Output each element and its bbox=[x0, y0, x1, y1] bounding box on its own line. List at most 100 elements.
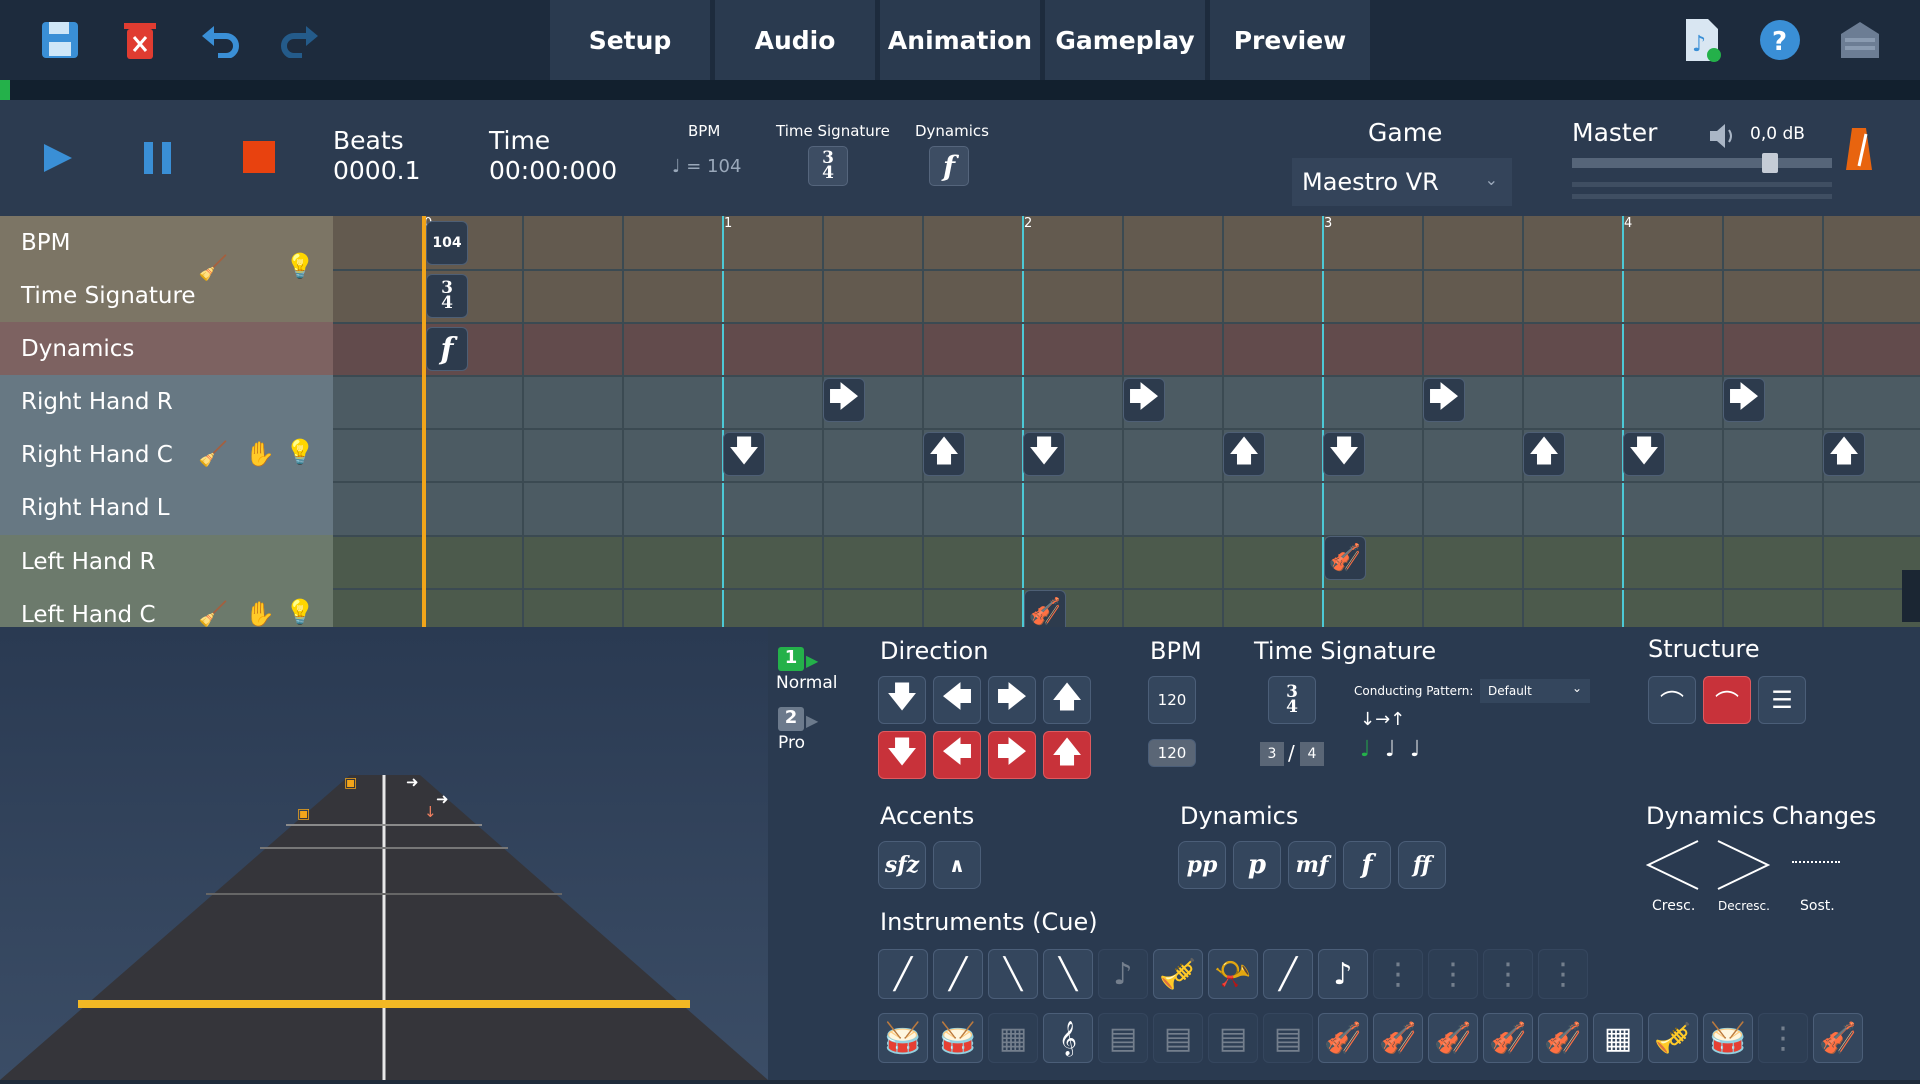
clarinet-section-button[interactable]: ⋮ bbox=[1428, 949, 1478, 999]
horn-section-button[interactable]: ⋮ bbox=[1538, 949, 1588, 999]
music-file-icon[interactable]: ♪ bbox=[1680, 18, 1724, 62]
drum-section-button[interactable]: 🥁 bbox=[1703, 1013, 1753, 1063]
arrow-up-button[interactable]: 🡅 bbox=[1043, 676, 1091, 724]
lightbulb-icon[interactable]: 💡 bbox=[285, 438, 315, 466]
dynamic-p-button[interactable]: p bbox=[1233, 841, 1281, 889]
timesig-denominator-input[interactable]: 4 bbox=[1300, 742, 1324, 766]
decrescendo-button[interactable] bbox=[1716, 839, 1770, 895]
saxophone-button[interactable]: ♪ bbox=[1098, 949, 1148, 999]
marcato-button[interactable]: ∧ bbox=[933, 841, 981, 889]
dynamic-ff-button[interactable]: ff bbox=[1398, 841, 1446, 889]
hand-icon[interactable]: ✋ bbox=[245, 440, 275, 468]
bpm-set-button[interactable]: 120 bbox=[1148, 676, 1196, 724]
violin-cue-marker[interactable]: 🎻 bbox=[1324, 536, 1366, 580]
direction-marker[interactable]: 🡇 bbox=[1623, 432, 1665, 476]
broom-icon[interactable]: 🧹 bbox=[198, 440, 228, 468]
direction-marker[interactable]: 🡆 bbox=[1123, 378, 1165, 422]
french-horn-button[interactable]: 📯 bbox=[1208, 949, 1258, 999]
hand-icon[interactable]: ✋ bbox=[245, 600, 275, 627]
lightbulb-icon[interactable]: 💡 bbox=[285, 252, 315, 280]
clarinet-button[interactable]: ╱ bbox=[933, 949, 983, 999]
arrow-right-button[interactable]: 🡆 bbox=[988, 676, 1036, 724]
mode-normal-number[interactable]: 1 bbox=[778, 647, 804, 671]
double-bass-button[interactable]: 🎻 bbox=[1538, 1013, 1588, 1063]
brass-section-button[interactable]: 🎺 bbox=[1648, 1013, 1698, 1063]
direction-marker[interactable]: 🡆 bbox=[823, 378, 865, 422]
dynamic-mf-button[interactable]: mf bbox=[1288, 841, 1336, 889]
grand-piano-button[interactable]: ▤ bbox=[1263, 1013, 1313, 1063]
direction-marker[interactable]: 🡇 bbox=[1023, 432, 1065, 476]
accent-arrow-up-button[interactable]: 🡅 bbox=[1043, 731, 1091, 779]
timesig-numerator-input[interactable]: 3 bbox=[1260, 742, 1284, 766]
direction-marker[interactable]: 🡆 bbox=[1423, 378, 1465, 422]
violin-2-button[interactable]: 🎻 bbox=[1373, 1013, 1423, 1063]
stop-button[interactable] bbox=[242, 140, 276, 178]
sostenuto-button[interactable] bbox=[1792, 861, 1840, 863]
violin-button[interactable]: 🎻 bbox=[1318, 1013, 1368, 1063]
dynamics-marker[interactable]: f bbox=[426, 327, 468, 371]
fermata-accent-button[interactable]: ⌒ bbox=[1703, 676, 1751, 724]
trumpet-section-button[interactable]: ⋮ bbox=[1483, 949, 1533, 999]
timeline-scrollbar[interactable] bbox=[1902, 570, 1920, 622]
direction-marker[interactable]: 🡅 bbox=[1223, 432, 1265, 476]
tuba-button[interactable]: ♪ bbox=[1318, 949, 1368, 999]
arrow-left-button[interactable]: 🡄 bbox=[933, 676, 981, 724]
dynamics-display[interactable]: f bbox=[929, 146, 969, 186]
bpm-input[interactable]: 120 bbox=[1148, 739, 1196, 767]
flute-section-button[interactable]: ⋮ bbox=[1373, 949, 1423, 999]
tab-setup[interactable]: Setup bbox=[550, 0, 710, 80]
pause-button[interactable] bbox=[142, 140, 174, 180]
bpm-display[interactable]: ♩ = 104 bbox=[672, 156, 741, 177]
tab-gameplay[interactable]: Gameplay bbox=[1045, 0, 1205, 80]
flute-button[interactable]: ╱ bbox=[878, 949, 928, 999]
redo-icon[interactable] bbox=[278, 18, 322, 62]
accent-arrow-left-button[interactable]: 🡄 bbox=[933, 731, 981, 779]
sfz-button[interactable]: sfz bbox=[878, 841, 926, 889]
direction-marker[interactable]: 🡅 bbox=[1823, 432, 1865, 476]
orchestra-button[interactable]: 🎻 bbox=[1813, 1013, 1863, 1063]
save-icon[interactable] bbox=[38, 18, 82, 62]
string-section-button[interactable]: ⋮ bbox=[1758, 1013, 1808, 1063]
direction-marker[interactable]: 🡇 bbox=[723, 432, 765, 476]
fermata-button[interactable]: ⌒ bbox=[1648, 676, 1696, 724]
percussion-button[interactable]: ▦ bbox=[988, 1013, 1038, 1063]
slider-handle[interactable] bbox=[1762, 153, 1778, 173]
direction-marker[interactable]: 🡇 bbox=[1323, 432, 1365, 476]
trombone-button[interactable]: ╱ bbox=[1263, 949, 1313, 999]
tab-preview[interactable]: Preview bbox=[1210, 0, 1370, 80]
accent-arrow-right-button[interactable]: 🡆 bbox=[988, 731, 1036, 779]
broom-icon[interactable]: 🧹 bbox=[198, 254, 228, 282]
timesig-set-button[interactable]: 34 bbox=[1268, 676, 1316, 724]
undo-icon[interactable] bbox=[198, 18, 242, 62]
harp-button[interactable]: 𝄞 bbox=[1043, 1013, 1093, 1063]
speaker-icon[interactable] bbox=[1708, 122, 1738, 154]
play-button[interactable] bbox=[40, 140, 76, 180]
section-button[interactable]: ☰ bbox=[1758, 676, 1806, 724]
timesig-marker[interactable]: 34 bbox=[426, 274, 468, 318]
piano-button[interactable]: ▤ bbox=[1098, 1013, 1148, 1063]
mode-normal-label[interactable]: Normal bbox=[776, 673, 838, 693]
tab-animation[interactable]: Animation bbox=[880, 0, 1040, 80]
song-progress-bar[interactable] bbox=[0, 80, 1920, 100]
direction-marker[interactable]: 🡅 bbox=[923, 432, 965, 476]
viola-button[interactable]: 🎻 bbox=[1428, 1013, 1478, 1063]
dynamic-f-button[interactable]: f bbox=[1343, 841, 1391, 889]
home-icon[interactable] bbox=[1838, 18, 1882, 62]
help-icon[interactable]: ? bbox=[1758, 18, 1802, 62]
lightbulb-icon[interactable]: 💡 bbox=[285, 598, 315, 626]
dynamic-pp-button[interactable]: pp bbox=[1178, 841, 1226, 889]
direction-marker[interactable]: 🡆 bbox=[1723, 378, 1765, 422]
bassoon-button[interactable]: ╲ bbox=[1043, 949, 1093, 999]
conducting-pattern-select[interactable]: Default ⌄ bbox=[1480, 679, 1590, 703]
piccolo-button[interactable]: ╲ bbox=[988, 949, 1038, 999]
timesig-display[interactable]: 34 bbox=[808, 146, 848, 186]
violin-cue-marker[interactable]: 🎻 bbox=[1024, 590, 1066, 627]
game-select[interactable]: Maestro VR ⌄ bbox=[1292, 158, 1512, 206]
tab-audio[interactable]: Audio bbox=[715, 0, 875, 80]
delete-icon[interactable] bbox=[118, 18, 162, 62]
direction-marker[interactable]: 🡅 bbox=[1523, 432, 1565, 476]
bpm-marker[interactable]: 104 bbox=[426, 221, 468, 265]
trumpet-button[interactable]: 🎺 bbox=[1153, 949, 1203, 999]
accent-arrow-down-button[interactable]: 🡇 bbox=[878, 731, 926, 779]
cello-button[interactable]: 🎻 bbox=[1483, 1013, 1533, 1063]
